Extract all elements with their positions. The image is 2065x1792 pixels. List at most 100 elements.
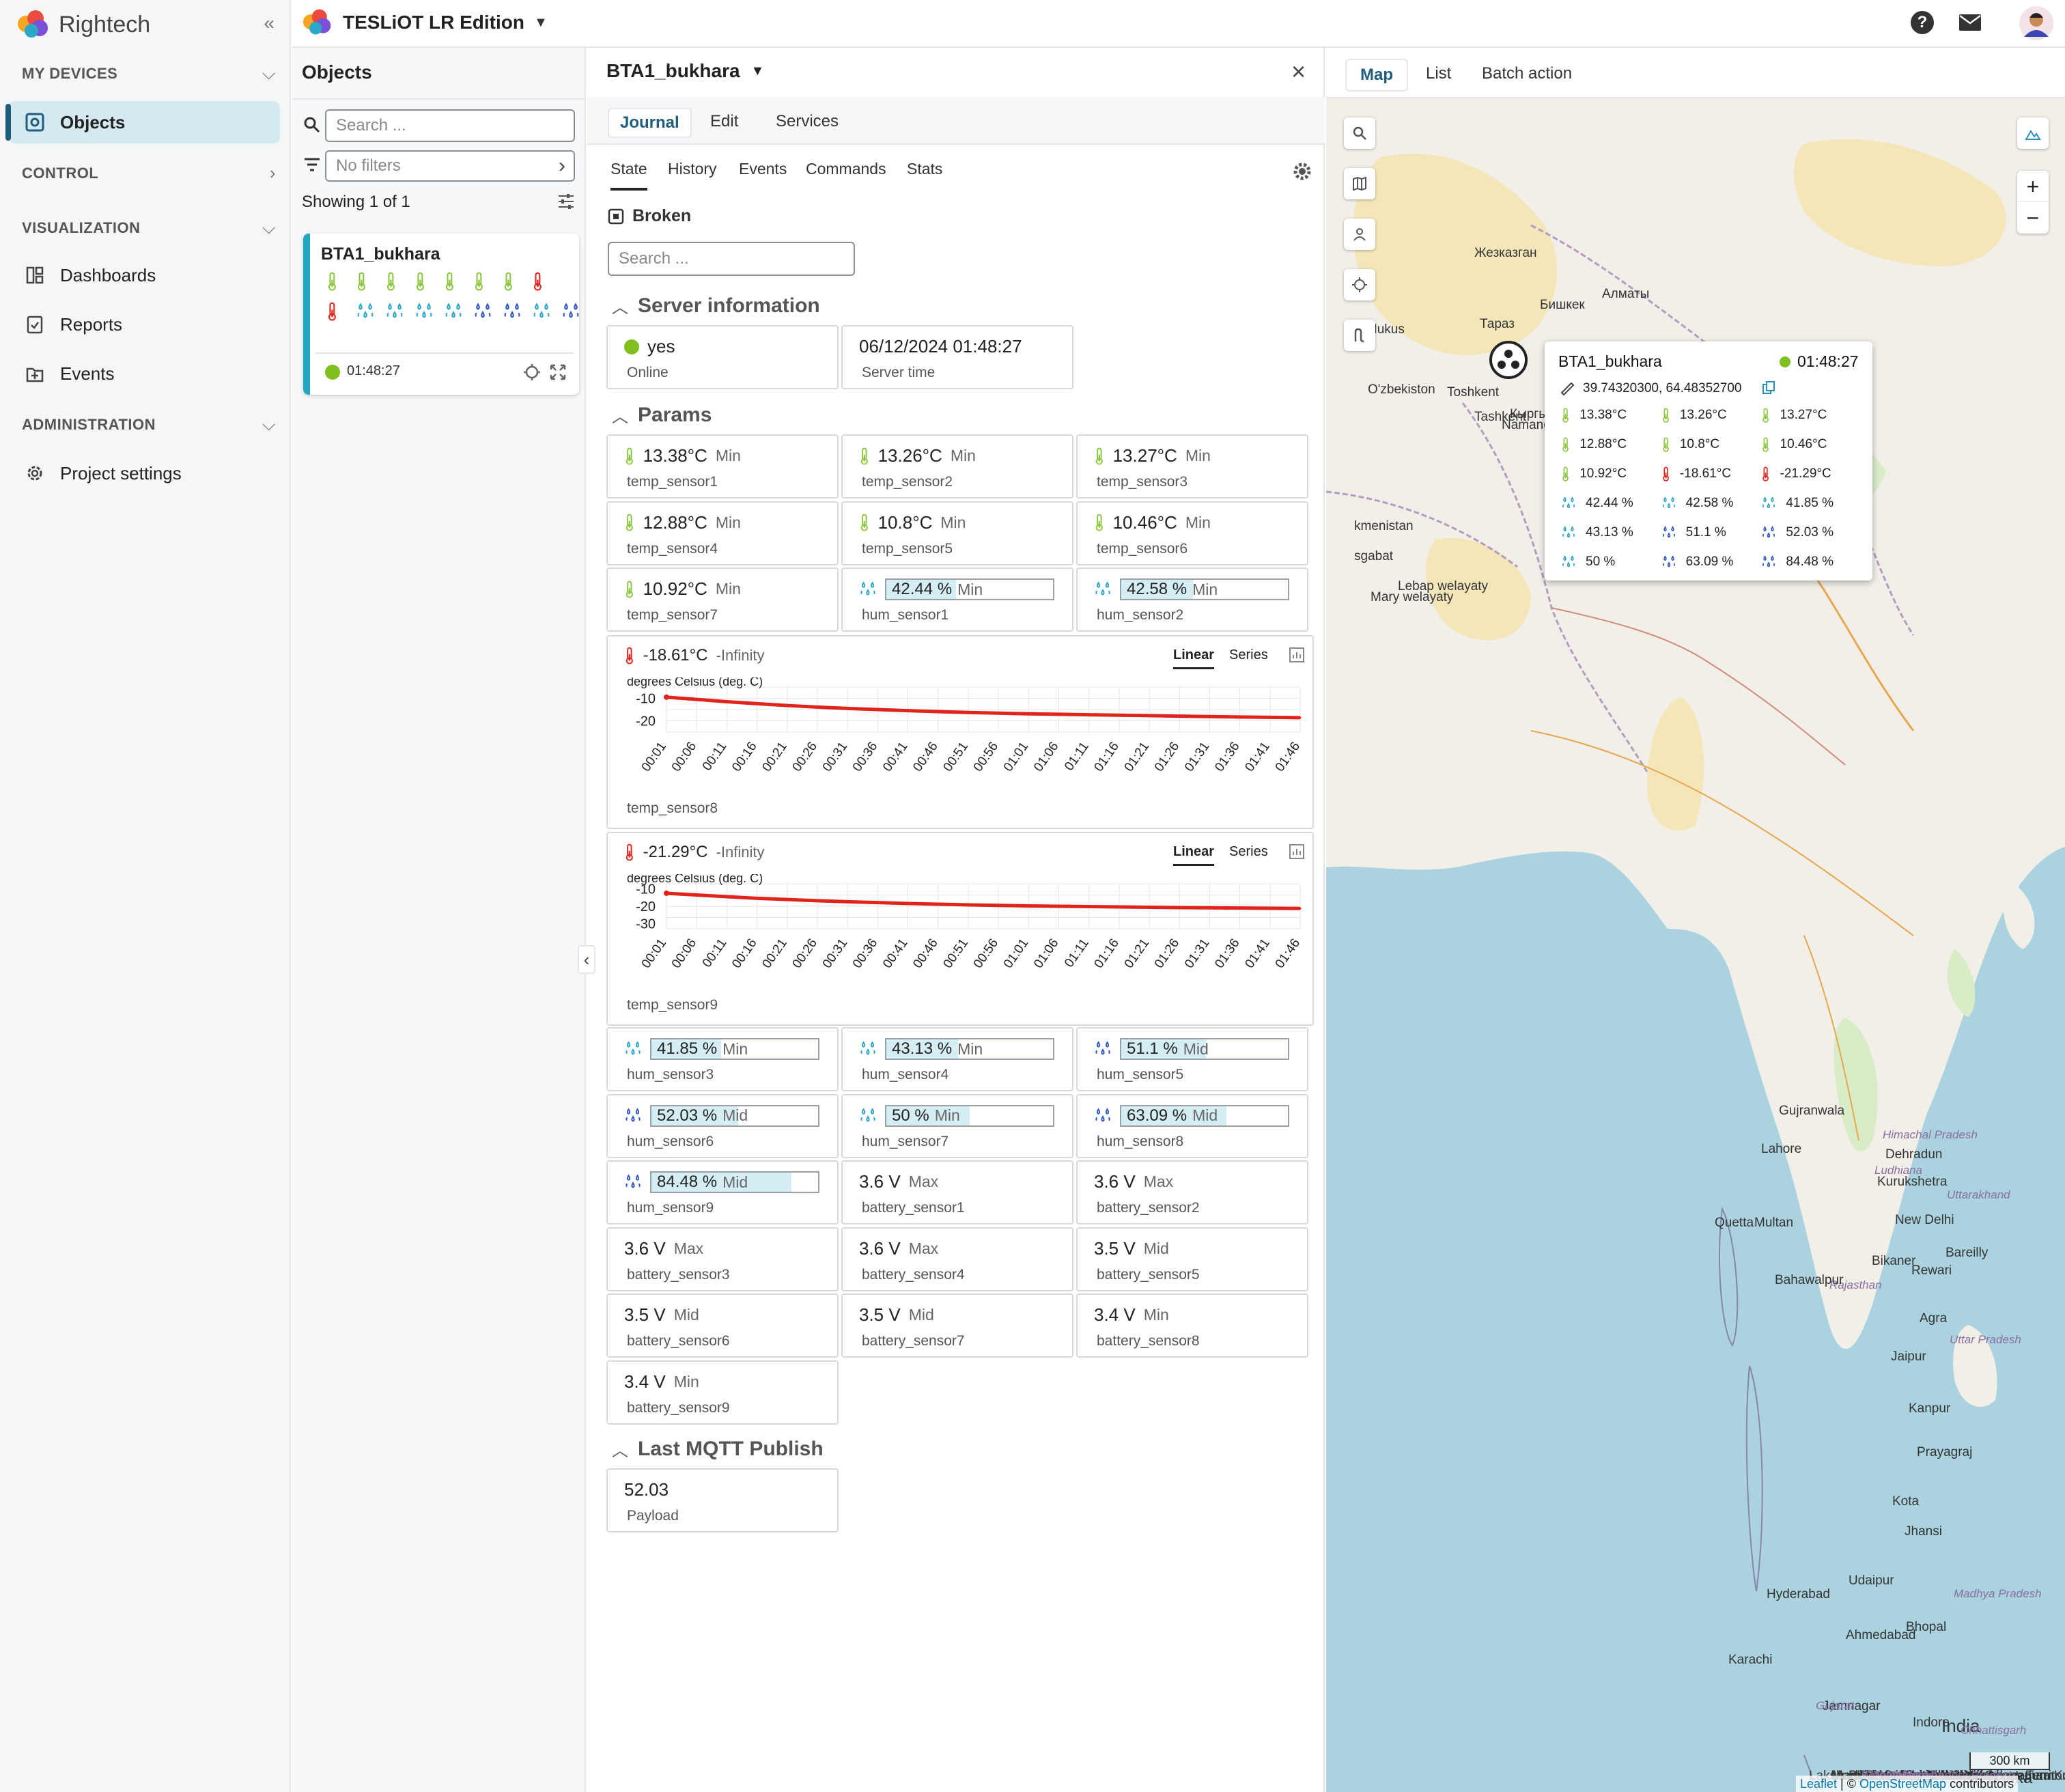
map-user-location-icon[interactable]: [1344, 219, 1375, 250]
subtab-stats[interactable]: Stats: [907, 160, 942, 178]
subtab-state[interactable]: State: [610, 160, 647, 191]
param-online: yes Online: [606, 325, 839, 389]
zoom-out-button[interactable]: −: [2017, 202, 2049, 234]
popup-value: 41.85 %: [1761, 492, 1862, 514]
thermometer-icon: [326, 302, 338, 321]
object-marker-icon[interactable]: [1489, 340, 1528, 380]
brand[interactable]: Rightech: [16, 8, 150, 41]
tab-batch-action[interactable]: Batch action: [1482, 64, 1572, 83]
param-value: -18.61°C: [643, 646, 708, 664]
subtab-history[interactable]: History: [668, 160, 717, 178]
project-switcher[interactable]: TESLiOT LR Edition ▼: [302, 7, 548, 38]
sliders-icon[interactable]: [557, 193, 575, 210]
help-icon[interactable]: ?: [1911, 11, 1934, 34]
openstreetmap-link[interactable]: OpenStreetMap: [1859, 1777, 1946, 1791]
subtab-events[interactable]: Events: [739, 160, 787, 178]
sidebar-item-reports[interactable]: Reports: [8, 303, 280, 346]
object-card[interactable]: BTA1_bukhara 01:48:27: [303, 234, 608, 395]
expand-icon[interactable]: [549, 363, 567, 381]
param-value-row: 43.13 % Min: [859, 1038, 1054, 1060]
chart-settings-icon[interactable]: [1289, 647, 1304, 662]
tab-edit[interactable]: Edit: [710, 112, 738, 131]
section-administration[interactable]: ADMINISTRATION ⌵: [22, 414, 276, 436]
map-label: Dehradun: [1885, 1147, 1943, 1162]
map-terrain-icon[interactable]: [2017, 117, 2049, 149]
close-icon[interactable]: ×: [1291, 57, 1306, 86]
param-name: hum_sensor5: [1097, 1067, 1184, 1082]
param-mqtt-payload: 52.03 Payload: [606, 1468, 839, 1532]
section-server-information[interactable]: ︿ Server information: [612, 294, 820, 318]
chevron-up-icon: ︿: [612, 298, 628, 317]
map-locate-icon[interactable]: [1344, 269, 1375, 300]
section-control[interactable]: CONTROL ›: [22, 163, 276, 184]
map[interactable]: Жезказган Tashkent Toshkent O'zbekiston Nama…: [1326, 48, 2065, 1792]
y-tick-label: -10: [636, 882, 656, 897]
map-label: Prayagraj: [1917, 1445, 1973, 1459]
map-label: Gujranwala: [1779, 1104, 1845, 1118]
sidebar-item-label: Objects: [60, 111, 126, 132]
objects-panel: Objects Search ... No filters › Showing 1…: [292, 48, 608, 1792]
collapse-sidebar-icon[interactable]: «: [264, 12, 275, 34]
sidebar: Rightech « MY DEVICES ⌵ Objects CONTROL › …: [0, 0, 291, 1792]
chart-tab-linear[interactable]: Linear: [1173, 844, 1215, 866]
mail-icon[interactable]: [1958, 14, 1982, 31]
param-value-row: 3.5 V Mid: [624, 1304, 699, 1326]
copy-icon[interactable]: [1762, 381, 1775, 395]
popup-value: 12.88°C: [1561, 434, 1661, 456]
object-title-dropdown[interactable]: BTA1_bukhara ▼: [606, 60, 764, 82]
chart-tab-series[interactable]: Series: [1229, 844, 1268, 860]
sidebar-item-dashboards[interactable]: Dashboards: [8, 254, 280, 296]
x-tick-label: 00:31: [820, 936, 850, 971]
chart-tab-series[interactable]: Series: [1229, 647, 1268, 663]
thermometer-icon: [415, 272, 426, 291]
subtab-commands[interactable]: Commands: [806, 160, 886, 178]
map-route-icon[interactable]: [1344, 320, 1375, 351]
broken-toggle[interactable]: Broken: [608, 206, 691, 226]
data-point: [907, 710, 910, 712]
filter-select[interactable]: No filters ›: [325, 150, 575, 182]
chevron-down-icon: ⌵: [262, 63, 276, 83]
leaflet-link[interactable]: Leaflet: [1800, 1777, 1837, 1791]
popup-value: 13.26°C: [1661, 404, 1762, 426]
project-name: TESLiOT LR Edition: [343, 12, 524, 33]
collapse-panel-icon[interactable]: ‹: [578, 945, 595, 974]
section-visualization[interactable]: VISUALIZATION ⌵: [22, 217, 276, 239]
sidebar-item-events[interactable]: Events: [8, 352, 280, 395]
objects-search-input[interactable]: Search ...: [325, 109, 575, 142]
section-last-mqtt[interactable]: ︿ Last MQTT Publish: [612, 1437, 824, 1461]
param-value-row: 42.44 % Min: [859, 578, 1054, 600]
series-line: [666, 695, 1301, 720]
map-search-icon[interactable]: [1344, 117, 1375, 149]
x-tick-label: 01:46: [1273, 936, 1303, 971]
humidity-icon: [1561, 496, 1576, 511]
map-layers-icon[interactable]: [1344, 168, 1375, 199]
section-params[interactable]: ︿ Params: [612, 403, 712, 427]
tab-services[interactable]: Services: [776, 112, 839, 131]
sidebar-item-project-settings[interactable]: Project settings: [8, 452, 280, 494]
sidebar-item-objects[interactable]: Objects: [5, 101, 280, 143]
chart-tab-linear[interactable]: Linear: [1173, 647, 1215, 669]
params-search-input[interactable]: Search ...: [608, 242, 855, 276]
map-label: New Delhi: [1895, 1213, 1954, 1227]
param-value: 10.8°C: [877, 512, 933, 533]
tab-journal[interactable]: Journal: [608, 108, 692, 138]
section-my-devices[interactable]: MY DEVICES ⌵: [22, 63, 276, 85]
avatar[interactable]: [2019, 5, 2054, 41]
data-point: [725, 895, 728, 898]
x-tick-label: 01:31: [1182, 936, 1212, 971]
zoom-in-button[interactable]: +: [2017, 171, 2049, 202]
chart-settings-icon[interactable]: [1289, 844, 1304, 859]
tab-map[interactable]: Map: [1345, 59, 1408, 92]
map-tab-bar: Map List Batch action: [1326, 48, 2065, 98]
settings-gear-icon[interactable]: [1292, 161, 1312, 182]
search-icon: [304, 117, 320, 133]
param-level: Min: [1185, 447, 1211, 464]
locate-icon[interactable]: [523, 363, 541, 381]
tab-list[interactable]: List: [1426, 64, 1451, 83]
popup-value: 42.44 %: [1561, 492, 1661, 514]
x-tick-label: 01:16: [1091, 936, 1121, 971]
param-name: battery_sensor5: [1097, 1266, 1200, 1283]
map-label: Himachal Pradesh: [1883, 1128, 1978, 1141]
x-tick-label: 00:01: [639, 740, 669, 774]
humidity-icon: [561, 302, 580, 321]
